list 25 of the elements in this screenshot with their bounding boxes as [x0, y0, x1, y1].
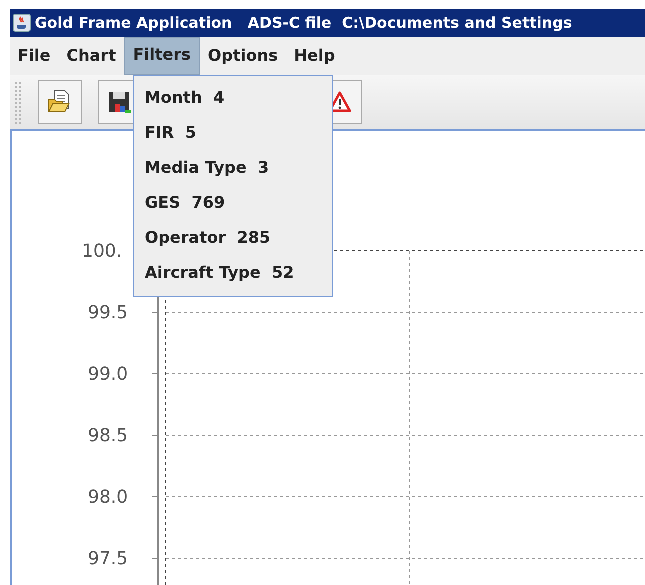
menu-item[interactable]: Month 4 — [134, 80, 332, 115]
menu-item[interactable]: Options — [200, 38, 286, 74]
window-title: Gold Frame Application ADS-C file C:\Documents and Settings — [35, 14, 572, 32]
tick-mark — [152, 558, 158, 559]
axis-tick-label: 97.5 — [88, 548, 128, 570]
tick-mark — [152, 435, 158, 436]
coffee-cup-icon — [13, 14, 31, 32]
open-folder-button[interactable] — [38, 80, 82, 124]
menu-item[interactable]: FIR 5 — [134, 115, 332, 150]
menu-item[interactable]: Aircraft Type 52 — [134, 255, 332, 290]
axis-tick-label: 98.0 — [88, 487, 128, 508]
menu-item[interactable]: Chart — [58, 38, 124, 74]
menu-item[interactable]: GES 769 — [134, 185, 332, 220]
menu-item[interactable]: Filters — [124, 37, 200, 75]
axis-tick-label: 99.5 — [88, 302, 128, 324]
tick-mark — [152, 496, 158, 498]
axis-tick-label: 98.5 — [88, 426, 128, 446]
menu-item[interactable]: File — [10, 38, 59, 74]
grip-handle-icon[interactable] — [14, 80, 24, 124]
tick-mark — [152, 312, 158, 313]
menu-item[interactable]: Operator 285 — [134, 220, 332, 255]
menu-item[interactable]: Media Type 3 — [134, 150, 332, 185]
menu-item[interactable]: Help — [286, 38, 344, 74]
axis-tick-label: 99.0 — [88, 364, 128, 385]
axis-tick-label: 100. — [82, 241, 122, 262]
